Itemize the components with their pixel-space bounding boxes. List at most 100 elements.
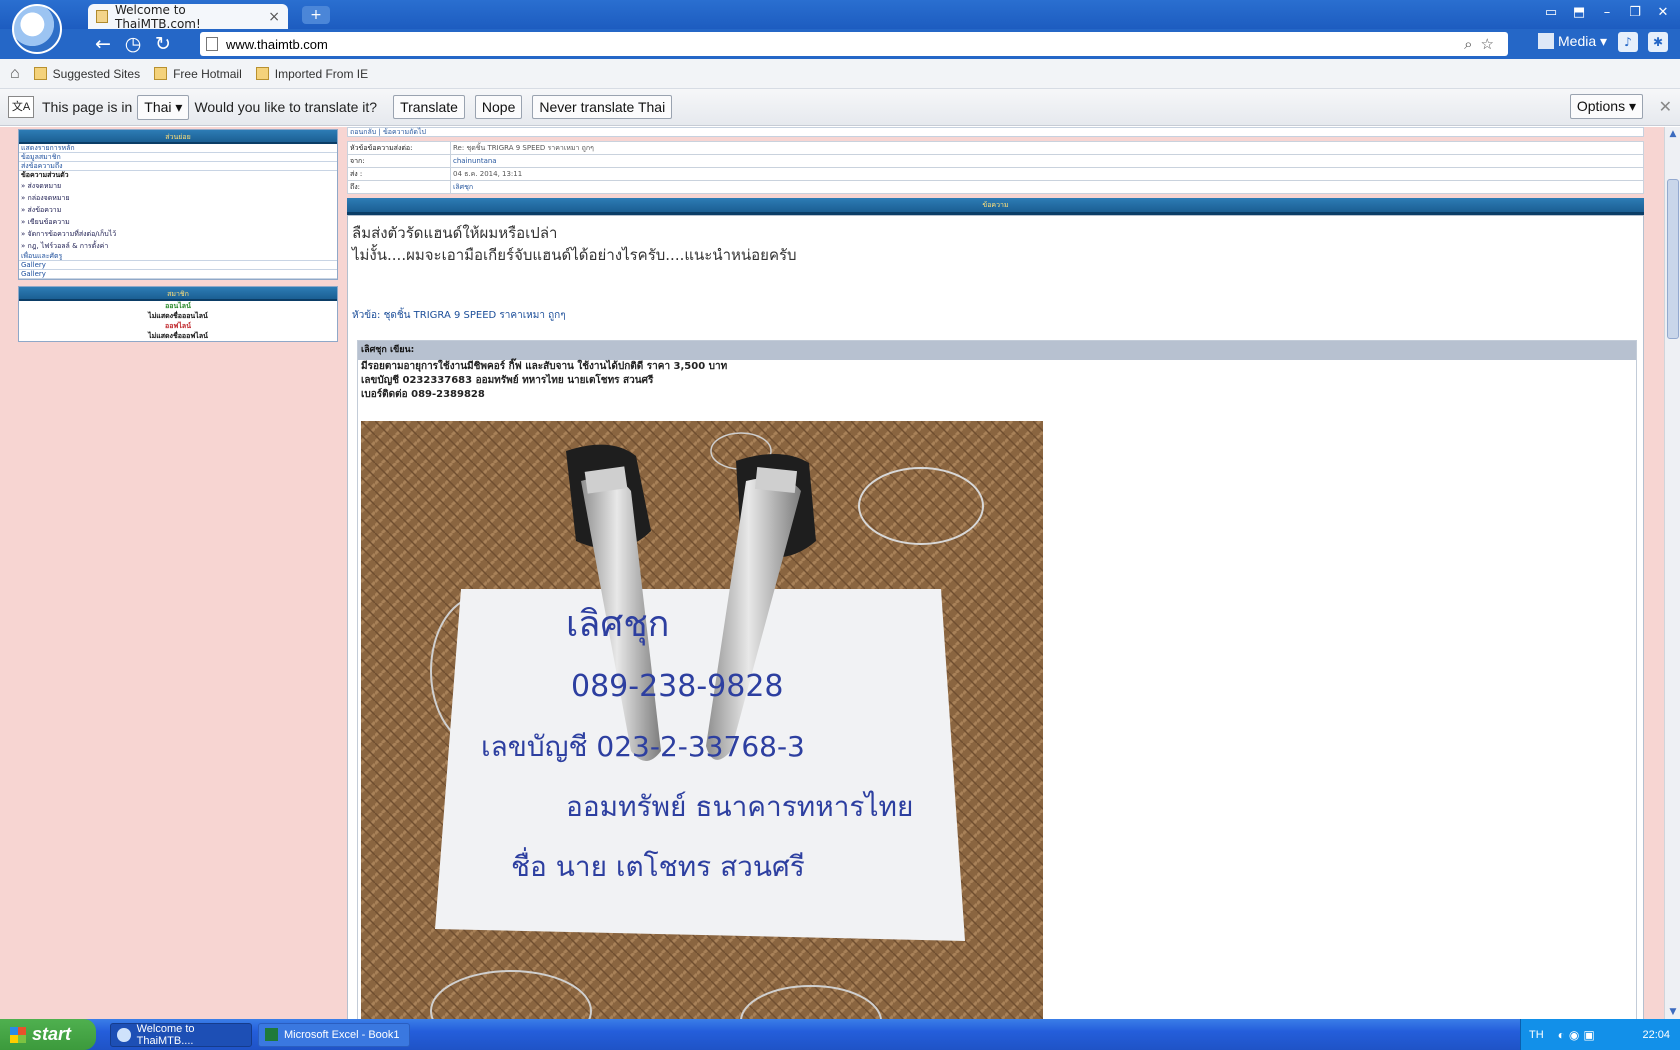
shifter-photo-image: เลิศชุก 089-238-9828 เลขบัญชี 023-2-3376… <box>361 421 1043 1019</box>
reload-icon[interactable]: ↻ <box>148 33 178 55</box>
left-sidebar: ส่วนย่อย แสดงรายการหลัก ข้อมูลสมาชิก ส่ง… <box>18 129 338 348</box>
bookmarks-bar: ⌂ Suggested Sites Free Hotmail Imported … <box>0 59 1680 89</box>
tray-icons[interactable]: ◐◉▣ <box>1558 1028 1599 1042</box>
media-icon <box>1538 33 1554 49</box>
browser-logo-icon[interactable] <box>12 4 62 54</box>
translate-infobar: 文A This page is in Thai ▾ Would you like… <box>0 89 1680 126</box>
chat-icon[interactable]: ▭ <box>1540 3 1562 23</box>
header-value: Re: ชุดชิ้น TRIGRA 9 SPEED ราคาเหมา ถูกๆ <box>450 141 1644 155</box>
history-clock-icon[interactable]: ◷ <box>118 33 148 55</box>
nope-button[interactable]: Nope <box>474 95 523 119</box>
search-star-icons[interactable]: ⌕☆ <box>1464 35 1502 53</box>
bookmark-imported-from-ie[interactable]: Imported From IE <box>255 67 368 81</box>
folder-icon <box>255 67 269 80</box>
table-row: จาก: chainuntana <box>347 154 1644 168</box>
start-button[interactable]: start <box>0 1019 96 1050</box>
browser-tab-active[interactable]: Welcome to ThaiMTB.com! × <box>88 2 288 31</box>
message-line: ไม่งั้น....ผมจะเอามือเกียร์จับแฮนด์ได้อย… <box>352 246 797 264</box>
scroll-thumb[interactable] <box>1667 179 1679 339</box>
sidebar-item-main[interactable]: แสดงรายการหลัก <box>19 144 337 153</box>
browser-task-icon <box>117 1027 131 1042</box>
quote-header: เลิศชุก เขียน: <box>358 341 1636 360</box>
page-viewport: ส่วนย่อย แสดงรายการหลัก ข้อมูลสมาชิก ส่ง… <box>0 127 1664 1019</box>
header-value: 04 ธ.ค. 2014, 13:11 <box>450 167 1644 181</box>
message-section-header: ข้อความ <box>347 198 1644 215</box>
quote-line: มีรอยตามอายุการใช้งานมีชิพคอร์ กิ๊ฟ และส… <box>361 361 728 372</box>
language-select[interactable]: Thai ▾ <box>137 94 190 120</box>
options-button[interactable]: Options ▾ <box>1569 94 1643 119</box>
message-body: ลืมส่งตัวรัดแฮนด์ให้ผมหรือเปล่า ไม่งั้น.… <box>347 215 1644 1019</box>
taskbar-item-label: Microsoft Excel - Book1 <box>284 1028 400 1041</box>
speaker-icon[interactable]: ♪ <box>1618 32 1638 52</box>
sidebar-item-gallery-2[interactable]: Gallery <box>19 270 337 279</box>
close-window-button[interactable]: ✕ <box>1652 3 1674 23</box>
back-arrow-icon[interactable]: ← <box>88 33 118 55</box>
taskbar-item-label: Welcome to ThaiMTB.... <box>136 1022 195 1047</box>
page-scrollbar[interactable]: ▲ ▼ <box>1664 127 1680 1019</box>
table-row: ส่ง : 04 ธ.ค. 2014, 13:11 <box>347 167 1644 181</box>
note-text: เลิศชุก <box>566 604 669 646</box>
restore-button[interactable]: ❐ <box>1624 3 1646 23</box>
bookmark-label: Free Hotmail <box>173 66 242 81</box>
minimize-button[interactable]: – <box>1596 3 1618 23</box>
translate-button[interactable]: Translate <box>393 95 465 119</box>
scroll-down-icon[interactable]: ▼ <box>1665 1005 1680 1019</box>
taskbar-item-browser[interactable]: Welcome to ThaiMTB.... <box>110 1022 252 1047</box>
taskbar: start Welcome to ThaiMTB.... Microsoft E… <box>0 1019 1680 1050</box>
note-text: 089-238-9828 <box>571 669 784 704</box>
home-icon[interactable]: ⌂ <box>10 65 20 83</box>
media-menu[interactable]: Media ▾ <box>1538 33 1607 50</box>
sidebar-link-send-mail[interactable]: » ส่งจดหมาย <box>19 180 337 192</box>
sidebar-item-gallery[interactable]: Gallery <box>19 261 337 270</box>
bookmark-page-icon <box>33 67 47 80</box>
skin-icon[interactable]: ⬒ <box>1568 3 1590 23</box>
url-text[interactable]: www.thaimtb.com <box>226 37 1464 52</box>
address-bar[interactable]: www.thaimtb.com ⌕☆ <box>200 32 1508 56</box>
breadcrumb[interactable]: ถอนกลับ | ข้อความถัดไป <box>347 127 1644 137</box>
recipient-link[interactable]: เลิศชุก <box>450 180 1644 194</box>
sidebar-link-send-message[interactable]: » ส่งข้อความ <box>19 204 337 216</box>
menu-header: ส่วนย่อย <box>19 130 337 144</box>
clock: 22:04 <box>1642 1028 1670 1041</box>
message-subject: หัวข้อ: ชุดชิ้น TRIGRA 9 SPEED ราคาเหมา … <box>352 310 566 321</box>
tools-icon[interactable]: ✱ <box>1648 32 1668 52</box>
page-favicon-icon <box>96 10 108 23</box>
scroll-up-icon[interactable]: ▲ <box>1665 127 1680 141</box>
members-online: ออนไลน์ <box>165 302 191 310</box>
translate-prefix: This page is in <box>42 99 133 115</box>
header-key: จาก: <box>347 154 451 168</box>
bookmark-free-hotmail[interactable]: Free Hotmail <box>154 67 242 81</box>
never-translate-button[interactable]: Never translate Thai <box>532 95 673 119</box>
tab-close-icon[interactable]: × <box>268 9 280 25</box>
system-tray: TH ◐◉▣ 22:04 <box>1520 1019 1680 1050</box>
message-panel: ถอนกลับ | ข้อความถัดไป หัวข้อข้อความส่งต… <box>347 127 1644 1019</box>
sidebar-link-rules[interactable]: » กฎ, ไฟร์วอลล์ & การตั้งค่า <box>19 240 337 252</box>
infobar-close-icon[interactable]: ✕ <box>1659 97 1672 117</box>
taskbar-item-excel[interactable]: Microsoft Excel - Book1 <box>258 1022 410 1047</box>
sender-link[interactable]: chainuntana <box>450 154 1644 168</box>
sidebar-item-friends[interactable]: เพื่อนและศัตรู <box>19 252 337 261</box>
bookmark-suggested-sites[interactable]: Suggested Sites <box>33 67 140 81</box>
table-row: หัวข้อข้อความส่งต่อ: Re: ชุดชิ้น TRIGRA … <box>347 141 1644 155</box>
note-text: ชื่อ นาย เตโชทร สวนศรี <box>511 847 805 883</box>
extension-icons: ♪ ✱ <box>1618 32 1668 52</box>
private-messages-title: ข้อความส่วนตัว <box>21 171 69 179</box>
windows-logo-icon <box>10 1026 26 1043</box>
new-tab-button[interactable]: + <box>302 6 330 24</box>
sidebar-item-profile[interactable]: ข้อมูลสมาชิก <box>19 153 337 162</box>
translate-question: Would you like to translate it? <box>194 99 378 115</box>
media-label: Media ▾ <box>1558 33 1608 49</box>
header-key: ถึง: <box>347 180 451 194</box>
sidebar-link-inbox[interactable]: » กล่องจดหมาย <box>19 192 337 204</box>
bookmark-page-icon <box>154 67 168 80</box>
tab-title: Welcome to ThaiMTB.com! <box>115 2 201 31</box>
sidebar-link-compose[interactable]: » เขียนข้อความ <box>19 216 337 228</box>
quote-line: เบอร์ติดต่อ 089-2389828 <box>361 389 485 400</box>
language-indicator[interactable]: TH <box>1529 1029 1544 1041</box>
sidebar-item-send[interactable]: ส่งข้อความถึง <box>19 162 337 171</box>
sidebar-link-manage[interactable]: » จัดการข้อความที่ส่งต่อ/เก็บไว้ <box>19 228 337 240</box>
message-header-table: หัวข้อข้อความส่งต่อ: Re: ชุดชิ้น TRIGRA … <box>347 141 1644 194</box>
header-key: ส่ง : <box>347 167 451 181</box>
members-hidden-online: ไม่แสดงชื่อออนไลน์ <box>148 312 208 320</box>
note-text: ออมทรัพย์ ธนาคารทหารไทย <box>566 790 913 823</box>
